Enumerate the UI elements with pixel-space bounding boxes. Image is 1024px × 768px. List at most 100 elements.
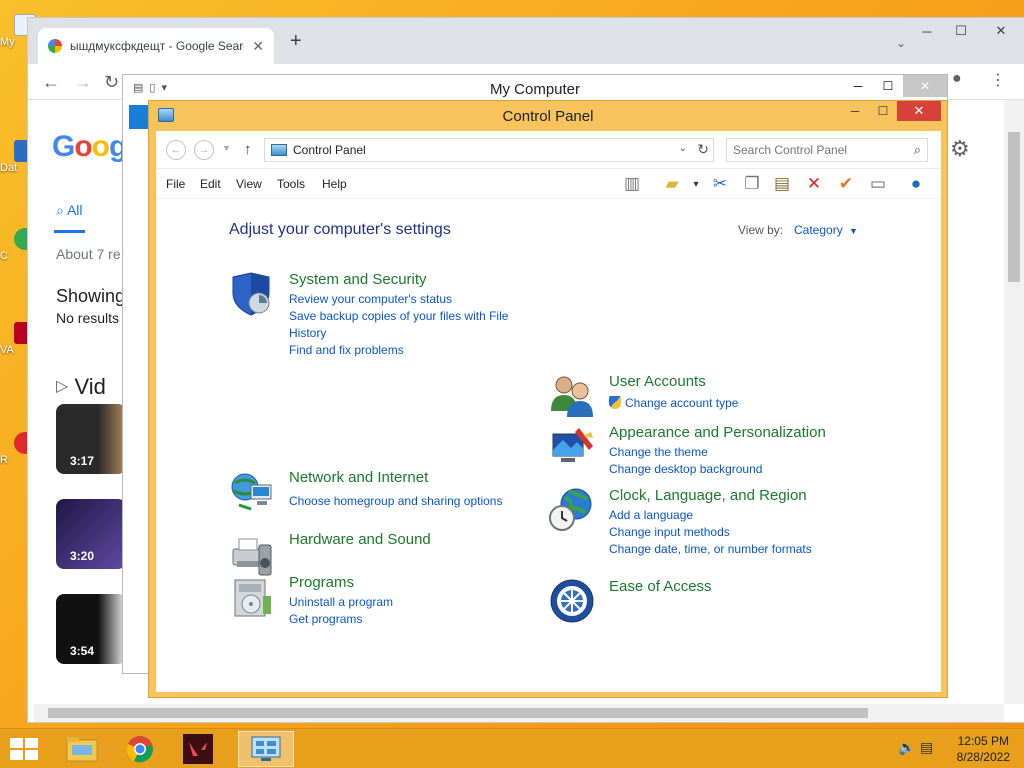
control-panel-titlebar[interactable]: Control Panel ─ ☐ ✕ [149, 101, 947, 131]
category-title[interactable]: User Accounts [609, 373, 706, 390]
chrome-tab[interactable]: ышдмуксфкдещт - Google Search ✕ [38, 28, 274, 64]
system-clock[interactable]: 12:05 PM 8/28/2022 [957, 733, 1010, 765]
link-uninstall-program[interactable]: Uninstall a program [289, 594, 525, 611]
taskbar-valorant[interactable] [170, 731, 226, 767]
valorant-icon [183, 734, 213, 764]
forward-arrow-icon[interactable]: → [74, 72, 92, 93]
link-change-theme[interactable]: Change the theme [609, 444, 845, 461]
copy-icon[interactable]: ❐ [740, 172, 764, 196]
back-arrow-icon[interactable]: ← [42, 72, 60, 93]
preview-pane-icon[interactable]: ▥ [620, 172, 644, 196]
desktop-icon-r[interactable]: R [0, 432, 36, 466]
back-button[interactable]: ← [166, 140, 186, 160]
search-input[interactable] [733, 143, 903, 157]
category-title[interactable]: Clock, Language, and Region [609, 487, 807, 504]
link-file-history[interactable]: Save backup copies of your files with Fi… [289, 308, 525, 342]
programs-icon [234, 579, 271, 617]
cp-minimize-button[interactable]: ─ [841, 101, 869, 121]
rename-icon[interactable]: ▭ [866, 172, 890, 196]
window-title: My Computer [489, 80, 581, 98]
window-title: Control Panel [502, 108, 594, 125]
horizontal-scrollbar[interactable] [34, 704, 1004, 722]
search-icon[interactable]: ⌕ [914, 142, 921, 158]
mycomp-close-button[interactable]: ✕ [903, 75, 947, 97]
shield-icon [232, 272, 270, 316]
globe-icon[interactable]: ● [904, 172, 928, 196]
control-panel-icon [271, 144, 287, 156]
video-thumbnail[interactable]: 3:17 [56, 404, 126, 474]
desktop-icon-data[interactable]: Dat [0, 140, 36, 174]
category-title[interactable]: Programs [289, 574, 354, 591]
link-review-status[interactable]: Review your computer's status [289, 291, 525, 308]
tab-search-chevron-icon[interactable]: ⌄ [896, 36, 906, 50]
folder-options-icon[interactable]: ▰ [660, 172, 684, 196]
desktop-icon-va[interactable]: VA [0, 322, 36, 356]
category-title[interactable]: Hardware and Sound [289, 531, 431, 548]
link-input-methods[interactable]: Change input methods [609, 524, 845, 541]
search-tab-all[interactable]: ⌕ All [54, 202, 85, 233]
forward-button[interactable]: → [194, 140, 214, 160]
taskbar-chrome[interactable] [112, 731, 168, 767]
category-title[interactable]: Appearance and Personalization [609, 424, 826, 441]
recent-locations-chevron-icon[interactable]: ▼ [222, 143, 231, 153]
mycomp-maximize-button[interactable]: ☐ [873, 75, 903, 97]
chevron-down-icon: ▼ [849, 226, 858, 236]
video-thumbnail[interactable]: 3:20 [56, 499, 126, 569]
taskbar: 🔈 ▤ 12:05 PM 8/28/2022 [0, 728, 1024, 768]
menu-file[interactable]: File [166, 177, 185, 191]
tab-close-icon[interactable]: ✕ [252, 38, 264, 55]
start-button[interactable] [8, 737, 40, 761]
taskbar-control-panel[interactable] [238, 731, 294, 767]
my-computer-titlebar[interactable]: ▤ ▯ ▾ My Computer ─ ☐ ✕ [123, 75, 947, 103]
desktop-icon-my-computer[interactable]: My [0, 14, 36, 48]
chrome-close-button[interactable]: ✕ [978, 18, 1024, 44]
search-box[interactable]: ⌕ [726, 138, 928, 162]
refresh-icon[interactable]: ↻ [697, 141, 709, 158]
link-add-language[interactable]: Add a language [609, 507, 845, 524]
control-panel-icon [251, 736, 281, 761]
cut-icon[interactable]: ✂ [708, 172, 732, 196]
properties-check-icon[interactable]: ✔ [834, 172, 858, 196]
delete-icon[interactable]: ✕ [802, 172, 826, 196]
vertical-scrollbar[interactable] [1004, 100, 1024, 704]
link-change-background[interactable]: Change desktop background [609, 461, 845, 478]
chrome-minimize-button[interactable]: ─ [910, 18, 944, 44]
desktop-icon-chrome[interactable]: C [0, 228, 36, 262]
menu-help[interactable]: Help [322, 177, 347, 191]
menu-tools[interactable]: Tools [277, 177, 305, 191]
link-find-fix-problems[interactable]: Find and fix problems [289, 342, 525, 359]
address-bar[interactable]: Control Panel ⌄ ↻ [264, 138, 714, 162]
mycomp-minimize-button[interactable]: ─ [843, 75, 873, 97]
up-arrow-icon[interactable]: ↑ [244, 141, 252, 158]
link-get-programs[interactable]: Get programs [289, 611, 525, 628]
category-title[interactable]: Ease of Access [609, 578, 712, 595]
view-by-dropdown[interactable]: Category ▼ [794, 223, 858, 237]
menu-view[interactable]: View [236, 177, 262, 191]
category-title[interactable]: Network and Internet [289, 469, 428, 486]
settings-gear-icon[interactable]: ⚙ [950, 136, 970, 162]
chrome-menu-icon[interactable]: ⋮ [990, 70, 1006, 90]
scrollbar-thumb[interactable] [48, 708, 868, 718]
cp-close-button[interactable]: ✕ [897, 101, 941, 121]
reload-icon[interactable]: ↻ [104, 72, 119, 93]
link-change-account-type[interactable]: Change account type [609, 395, 845, 412]
cp-maximize-button[interactable]: ☐ [869, 101, 897, 121]
chrome-maximize-button[interactable]: ☐ [944, 18, 978, 44]
profile-avatar-icon[interactable]: ● [952, 70, 962, 88]
category-title[interactable]: System and Security [289, 271, 427, 288]
taskbar-file-explorer[interactable] [54, 731, 110, 767]
menu-edit[interactable]: Edit [200, 177, 221, 191]
google-logo[interactable]: Goog [52, 130, 127, 164]
video-thumbnail[interactable]: 3:54 [56, 594, 126, 664]
speaker-muted-icon[interactable]: 🔈 [898, 739, 915, 756]
link-homegroup[interactable]: Choose homegroup and sharing options [289, 493, 525, 510]
new-tab-button[interactable]: + [290, 30, 302, 53]
no-results-text: No results [56, 310, 120, 326]
views-chevron-icon[interactable]: ▾ [684, 172, 708, 196]
desktop-icon-label: C [0, 250, 8, 262]
link-date-time-formats[interactable]: Change date, time, or number formats [609, 541, 845, 558]
scrollbar-thumb[interactable] [1008, 132, 1020, 282]
paste-icon[interactable]: ▤ [770, 172, 794, 196]
network-tray-icon[interactable]: ▤ [920, 739, 933, 756]
address-dropdown-chevron-icon[interactable]: ⌄ [679, 143, 687, 154]
